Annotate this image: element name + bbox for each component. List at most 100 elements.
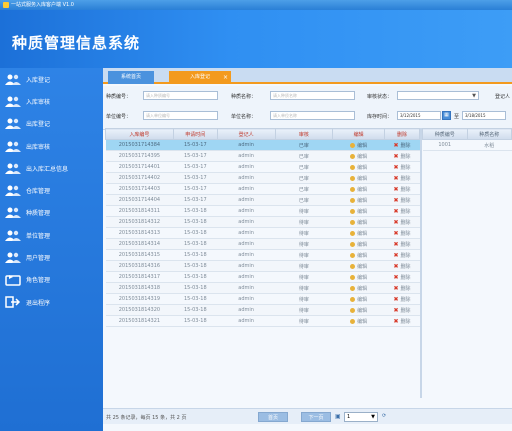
detail-column-header[interactable]: 种质编号 [422,128,468,140]
germplasm-name-input[interactable]: 请入种质名称 [270,91,355,100]
table-cell: admin [217,260,275,272]
table-cell[interactable]: 编辑 [332,205,385,217]
first-page-button[interactable]: 首页 [258,412,288,422]
table-cell: admin [217,139,275,151]
table-cell[interactable]: 编辑 [332,194,385,206]
sidebar-item[interactable]: 退出程序 [0,291,103,313]
table-cell: 2015031814321 [105,315,174,327]
table-cell[interactable]: 编辑 [332,282,385,294]
table-cell[interactable]: ✖ 删除 [384,238,420,250]
germplasm-no-input[interactable]: 请入种质编号 [143,91,218,100]
table-cell[interactable]: 编辑 [332,238,385,250]
sidebar-item[interactable]: 入库登记 [0,68,103,90]
edit-label: 编辑 [357,263,368,270]
table-cell[interactable]: ✖ 删除 [384,183,420,195]
table-cell: 2015031814319 [105,293,174,305]
table-row[interactable]: 2015031814317 15-03-18 admin 待审 编辑 ✖ 删除 [105,271,420,283]
table-cell: admin [217,238,275,250]
table-cell[interactable]: ✖ 删除 [384,271,420,283]
sidebar-item[interactable]: 角色管理 [0,269,103,291]
column-header[interactable]: 入库编号 [105,128,174,140]
column-header[interactable]: 申请时间 [172,128,218,140]
table-row[interactable]: 2015031814318 15-03-18 admin 待审 编辑 ✖ 删除 [105,282,420,294]
table-cell[interactable]: 编辑 [332,216,385,228]
close-icon[interactable]: × [223,71,228,84]
table-cell[interactable]: 编辑 [332,139,385,151]
table-row[interactable]: 2015031814311 15-03-18 admin 待审 编辑 ✖ 删除 [105,205,420,217]
table-cell[interactable]: 编辑 [332,172,385,184]
sidebar-item[interactable]: 单位管理 [0,224,103,246]
table-cell[interactable]: ✖ 删除 [384,304,420,316]
table-cell[interactable]: ✖ 删除 [384,172,420,184]
table-row[interactable]: 2015031814313 15-03-18 admin 待审 编辑 ✖ 删除 [105,227,420,239]
table-row[interactable]: 2015031714384 15-03-17 admin 已审 编辑 ✖ 删除 [105,139,420,151]
table-row[interactable]: 2015031714404 15-03-17 admin 已审 编辑 ✖ 删除 [105,194,420,206]
column-header[interactable]: 编辑 [332,128,386,140]
table-cell[interactable]: 编辑 [332,304,385,316]
table-cell[interactable]: 编辑 [332,227,385,239]
table-row[interactable]: 2015031714402 15-03-17 admin 已审 编辑 ✖ 删除 [105,172,420,184]
sidebar-item[interactable]: 出库登记 [0,113,103,135]
column-header[interactable]: 删除 [384,128,420,140]
unit-no-input[interactable]: 请入单位编号 [143,111,218,120]
table-cell[interactable]: 编辑 [332,271,385,283]
table-cell[interactable]: 编辑 [332,293,385,305]
table-row[interactable]: 2015031814312 15-03-18 admin 待审 编辑 ✖ 删除 [105,216,420,228]
table-cell[interactable]: ✖ 删除 [384,139,420,151]
table-cell: 已审 [275,161,333,173]
table-cell[interactable]: 编辑 [332,150,385,162]
tab-home[interactable]: 系统首页 [108,71,154,84]
sidebar-item-label: 退出程序 [26,299,51,307]
refresh-icon[interactable]: ⟳ [382,413,386,419]
table-cell[interactable]: ✖ 删除 [384,161,420,173]
column-header[interactable]: 审核 [274,128,334,140]
sidebar-item[interactable]: 出入库汇总信息 [0,157,103,179]
table-cell[interactable]: ✖ 删除 [384,249,420,261]
unit-name-input[interactable]: 请入单位名称 [270,111,355,120]
calendar-icon[interactable]: ▦ [442,111,451,120]
table-row[interactable]: 2015031814314 15-03-18 admin 待审 编辑 ✖ 删除 [105,238,420,250]
date-to-input[interactable]: 3/18/2015 [462,111,506,120]
sidebar-item[interactable]: 入库审核 [0,90,103,112]
tab-inbound-register[interactable]: 入库登记 × [169,71,231,84]
table-cell[interactable]: 编辑 [332,183,385,195]
table-cell[interactable]: ✖ 删除 [384,315,420,327]
detail-column-header[interactable]: 种质名称 [466,128,512,140]
table-cell[interactable]: ✖ 删除 [384,260,420,272]
table-cell[interactable]: ✖ 删除 [384,194,420,206]
sidebar-item[interactable]: 仓库管理 [0,179,103,201]
sidebar-item[interactable]: 用户管理 [0,246,103,268]
table-cell[interactable]: 编辑 [332,260,385,272]
table-row[interactable]: 2015031814320 15-03-18 admin 待审 编辑 ✖ 删除 [105,304,420,316]
delete-label: 删除 [400,197,411,204]
table-row[interactable]: 2015031714403 15-03-17 admin 已审 编辑 ✖ 删除 [105,183,420,195]
page-select[interactable]: 1 ▼ [344,412,378,422]
delete-icon: ✖ [393,229,399,237]
next-page-button[interactable]: 下一页 [301,412,331,422]
table-row[interactable]: 2015031814315 15-03-18 admin 待审 编辑 ✖ 删除 [105,249,420,261]
column-header[interactable]: 登记人 [216,128,276,140]
date-from-input[interactable]: 3/12/2015 [397,111,441,120]
table-row[interactable]: 2015031814316 15-03-18 admin 待审 编辑 ✖ 删除 [105,260,420,272]
sidebar-item[interactable]: 出库审核 [0,135,103,157]
table-row[interactable]: 2015031714395 15-03-17 admin 已审 编辑 ✖ 删除 [105,150,420,162]
table-cell[interactable]: ✖ 删除 [384,205,420,217]
audit-status-select[interactable]: ▼ [397,91,479,100]
table-cell[interactable]: ✖ 删除 [384,216,420,228]
table-row[interactable]: 2015031714401 15-03-17 admin 已审 编辑 ✖ 删除 [105,161,420,173]
table-cell[interactable]: ✖ 删除 [384,293,420,305]
table-cell[interactable]: ✖ 删除 [384,282,420,294]
table-cell[interactable]: ✖ 删除 [384,227,420,239]
table-row[interactable]: 2015031814321 15-03-18 admin 待审 编辑 ✖ 删除 [105,315,420,327]
table-cell: 15-03-18 [173,260,218,272]
table-row[interactable]: 2015031814319 15-03-18 admin 待审 编辑 ✖ 删除 [105,293,420,305]
table-cell[interactable]: 编辑 [332,315,385,327]
delete-icon: ✖ [393,262,399,270]
sidebar-item[interactable]: 种质管理 [0,202,103,224]
table-cell[interactable]: 编辑 [332,249,385,261]
table-cell[interactable]: 编辑 [332,161,385,173]
panel-divider[interactable] [420,128,422,398]
detail-row[interactable]: 1001 水稻 [422,139,512,151]
table-cell[interactable]: ✖ 删除 [384,150,420,162]
tab-inbound-register-label: 入库登记 [189,74,210,80]
